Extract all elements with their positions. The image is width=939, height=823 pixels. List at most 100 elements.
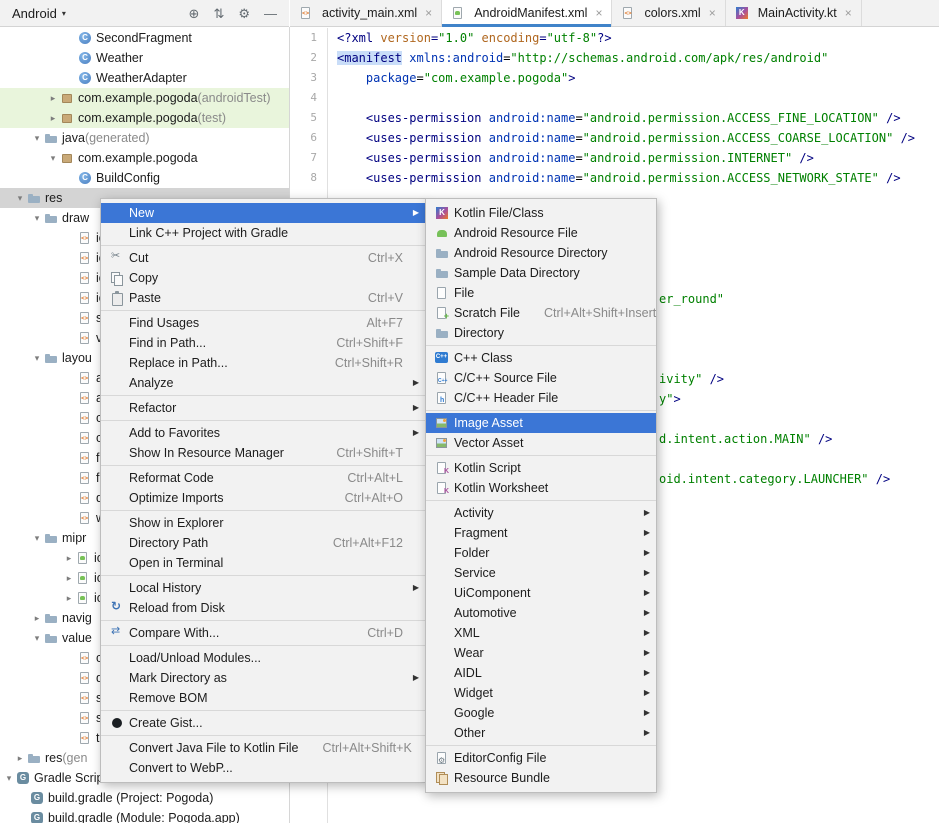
- context-menu-item-analyze[interactable]: Analyze▶: [101, 373, 425, 393]
- editor-line[interactable]: 6 <uses-permission android:name="android…: [290, 128, 939, 148]
- submenu-item-folder[interactable]: Folder▶: [426, 543, 656, 563]
- submenu-item-android-resource-file[interactable]: Android Resource File: [426, 223, 656, 243]
- code-fragment[interactable]: er_round": [659, 289, 724, 309]
- chevron-closed-icon[interactable]: ▸: [62, 594, 76, 603]
- submenu-item-image-asset[interactable]: Image Asset: [426, 413, 656, 433]
- code-line[interactable]: <uses-permission android:name="android.p…: [328, 128, 915, 148]
- chevron-open-icon[interactable]: ▾: [30, 534, 44, 543]
- code-line[interactable]: <uses-permission android:name="android.p…: [328, 168, 901, 188]
- tab-androidmanifest-xml[interactable]: AndroidManifest.xml×: [442, 0, 612, 26]
- submenu-item-android-resource-directory[interactable]: Android Resource Directory: [426, 243, 656, 263]
- tree-item-build-gradle-project-pogoda[interactable]: build.gradle (Project: Pogoda): [0, 788, 289, 808]
- chevron-open-icon[interactable]: ▾: [13, 194, 27, 203]
- chevron-open-icon[interactable]: ▾: [30, 134, 44, 143]
- editor-line[interactable]: 8 <uses-permission android:name="android…: [290, 168, 939, 188]
- editor-line[interactable]: 1<?xml version="1.0" encoding="utf-8"?>: [290, 28, 939, 48]
- code-line[interactable]: <?xml version="1.0" encoding="utf-8"?>: [328, 28, 612, 48]
- chevron-closed-icon[interactable]: ▸: [62, 574, 76, 583]
- context-menu-item-open-in-terminal[interactable]: Open in Terminal: [101, 553, 425, 573]
- tab-colors-xml[interactable]: colors.xml×: [612, 0, 725, 26]
- submenu-item-widget[interactable]: Widget▶: [426, 683, 656, 703]
- context-menu-item-cut[interactable]: CutCtrl+X: [101, 248, 425, 268]
- submenu-item-google[interactable]: Google▶: [426, 703, 656, 723]
- context-menu-item-add-to-favorites[interactable]: Add to Favorites▶: [101, 423, 425, 443]
- editor-line[interactable]: 2<manifest xmlns:android="http://schemas…: [290, 48, 939, 68]
- tree-item-com-example-pogoda[interactable]: ▾com.example.pogoda: [0, 148, 289, 168]
- chevron-closed-icon[interactable]: ▸: [30, 614, 44, 623]
- context-menu-item-paste[interactable]: PasteCtrl+V: [101, 288, 425, 308]
- submenu-item-wear[interactable]: Wear▶: [426, 643, 656, 663]
- close-icon[interactable]: ×: [425, 7, 432, 19]
- editor-line[interactable]: 7 <uses-permission android:name="android…: [290, 148, 939, 168]
- submenu-item-scratch-file[interactable]: Scratch FileCtrl+Alt+Shift+Insert: [426, 303, 656, 323]
- chevron-closed-icon[interactable]: ▸: [46, 94, 60, 103]
- context-menu-item-convert-java-file-to-kotlin-file[interactable]: Convert Java File to Kotlin FileCtrl+Alt…: [101, 738, 425, 758]
- code-fragment[interactable]: y">: [659, 389, 681, 409]
- tree-item-secondfragment[interactable]: SecondFragment: [0, 28, 289, 48]
- context-menu-item-copy[interactable]: Copy: [101, 268, 425, 288]
- submenu-item-kotlin-script[interactable]: Kotlin Script: [426, 458, 656, 478]
- chevron-open-icon[interactable]: ▾: [2, 774, 16, 783]
- context-menu-item-local-history[interactable]: Local History▶: [101, 578, 425, 598]
- tree-item-com-example-pogoda[interactable]: ▸com.example.pogoda (androidTest): [0, 88, 289, 108]
- settings-icon[interactable]: ⚙: [238, 7, 250, 20]
- submenu-item-vector-asset[interactable]: Vector Asset: [426, 433, 656, 453]
- submenu-item-kotlin-worksheet[interactable]: Kotlin Worksheet: [426, 478, 656, 498]
- editor-line[interactable]: 4: [290, 88, 939, 108]
- context-menu-item-convert-to-webp[interactable]: Convert to WebP...: [101, 758, 425, 778]
- context-menu-item-reload-from-disk[interactable]: Reload from Disk: [101, 598, 425, 618]
- submenu-item-other[interactable]: Other▶: [426, 723, 656, 743]
- context-menu-item-mark-directory-as[interactable]: Mark Directory as▶: [101, 668, 425, 688]
- context-menu-item-load-unload-modules[interactable]: Load/Unload Modules...: [101, 648, 425, 668]
- collapse-all-icon[interactable]: ⇅: [213, 7, 224, 20]
- close-icon[interactable]: ×: [709, 7, 716, 19]
- submenu-item-kotlin-file-class[interactable]: Kotlin File/Class: [426, 203, 656, 223]
- chevron-closed-icon[interactable]: ▸: [13, 754, 27, 763]
- context-menu-item-find-in-path[interactable]: Find in Path...Ctrl+Shift+F: [101, 333, 425, 353]
- code-fragment[interactable]: oid.intent.category.LAUNCHER" />: [659, 469, 890, 489]
- submenu-item-activity[interactable]: Activity▶: [426, 503, 656, 523]
- editor-line[interactable]: 5 <uses-permission android:name="android…: [290, 108, 939, 128]
- close-icon[interactable]: ×: [595, 7, 602, 19]
- submenu-item-c-class[interactable]: C++ Class: [426, 348, 656, 368]
- code-line[interactable]: <uses-permission android:name="android.p…: [328, 108, 901, 128]
- submenu-item-service[interactable]: Service▶: [426, 563, 656, 583]
- context-menu-item-compare-with[interactable]: Compare With...Ctrl+D: [101, 623, 425, 643]
- close-icon[interactable]: ×: [845, 7, 852, 19]
- submenu-item-editorconfig-file[interactable]: EditorConfig File: [426, 748, 656, 768]
- tree-item-buildconfig[interactable]: BuildConfig: [0, 168, 289, 188]
- hide-icon[interactable]: —: [264, 7, 277, 20]
- context-menu-item-directory-path[interactable]: Directory PathCtrl+Alt+F12: [101, 533, 425, 553]
- chevron-closed-icon[interactable]: ▸: [46, 114, 60, 123]
- context-menu-item-new[interactable]: New▶: [101, 203, 425, 223]
- submenu-item-file[interactable]: File: [426, 283, 656, 303]
- chevron-open-icon[interactable]: ▾: [30, 634, 44, 643]
- tab-activity-main-xml[interactable]: activity_main.xml×: [290, 0, 442, 26]
- code-line[interactable]: <uses-permission android:name="android.p…: [328, 148, 814, 168]
- context-menu-item-create-gist[interactable]: Create Gist...: [101, 713, 425, 733]
- submenu-item-automotive[interactable]: Automotive▶: [426, 603, 656, 623]
- tree-item-build-gradle-module-pogoda-app[interactable]: build.gradle (Module: Pogoda.app): [0, 808, 289, 823]
- submenu-item-resource-bundle[interactable]: Resource Bundle: [426, 768, 656, 788]
- submenu-item-xml[interactable]: XML▶: [426, 623, 656, 643]
- context-menu-item-show-in-explorer[interactable]: Show in Explorer: [101, 513, 425, 533]
- context-menu-item-reformat-code[interactable]: Reformat CodeCtrl+Alt+L: [101, 468, 425, 488]
- submenu-item-aidl[interactable]: AIDL▶: [426, 663, 656, 683]
- submenu-item-directory[interactable]: Directory: [426, 323, 656, 343]
- chevron-open-icon[interactable]: ▾: [46, 154, 60, 163]
- context-menu-item-refactor[interactable]: Refactor▶: [101, 398, 425, 418]
- tree-item-java[interactable]: ▾java (generated): [0, 128, 289, 148]
- locate-icon[interactable]: ⊕: [189, 7, 200, 20]
- context-menu-item-show-in-resource-manager[interactable]: Show In Resource ManagerCtrl+Shift+T: [101, 443, 425, 463]
- tree-item-weatheradapter[interactable]: WeatherAdapter: [0, 68, 289, 88]
- tree-item-weather[interactable]: Weather: [0, 48, 289, 68]
- chevron-open-icon[interactable]: ▾: [30, 214, 44, 223]
- code-line[interactable]: [328, 88, 337, 108]
- tab-mainactivity-kt[interactable]: MainActivity.kt×: [726, 0, 862, 26]
- context-menu-item-link-c-project-with-gradle[interactable]: Link C++ Project with Gradle: [101, 223, 425, 243]
- submenu-item-uicomponent[interactable]: UiComponent▶: [426, 583, 656, 603]
- chevron-closed-icon[interactable]: ▸: [62, 554, 76, 563]
- code-fragment[interactable]: d.intent.action.MAIN" />: [659, 429, 832, 449]
- submenu-item-sample-data-directory[interactable]: Sample Data Directory: [426, 263, 656, 283]
- code-line[interactable]: package="com.example.pogoda">: [328, 68, 575, 88]
